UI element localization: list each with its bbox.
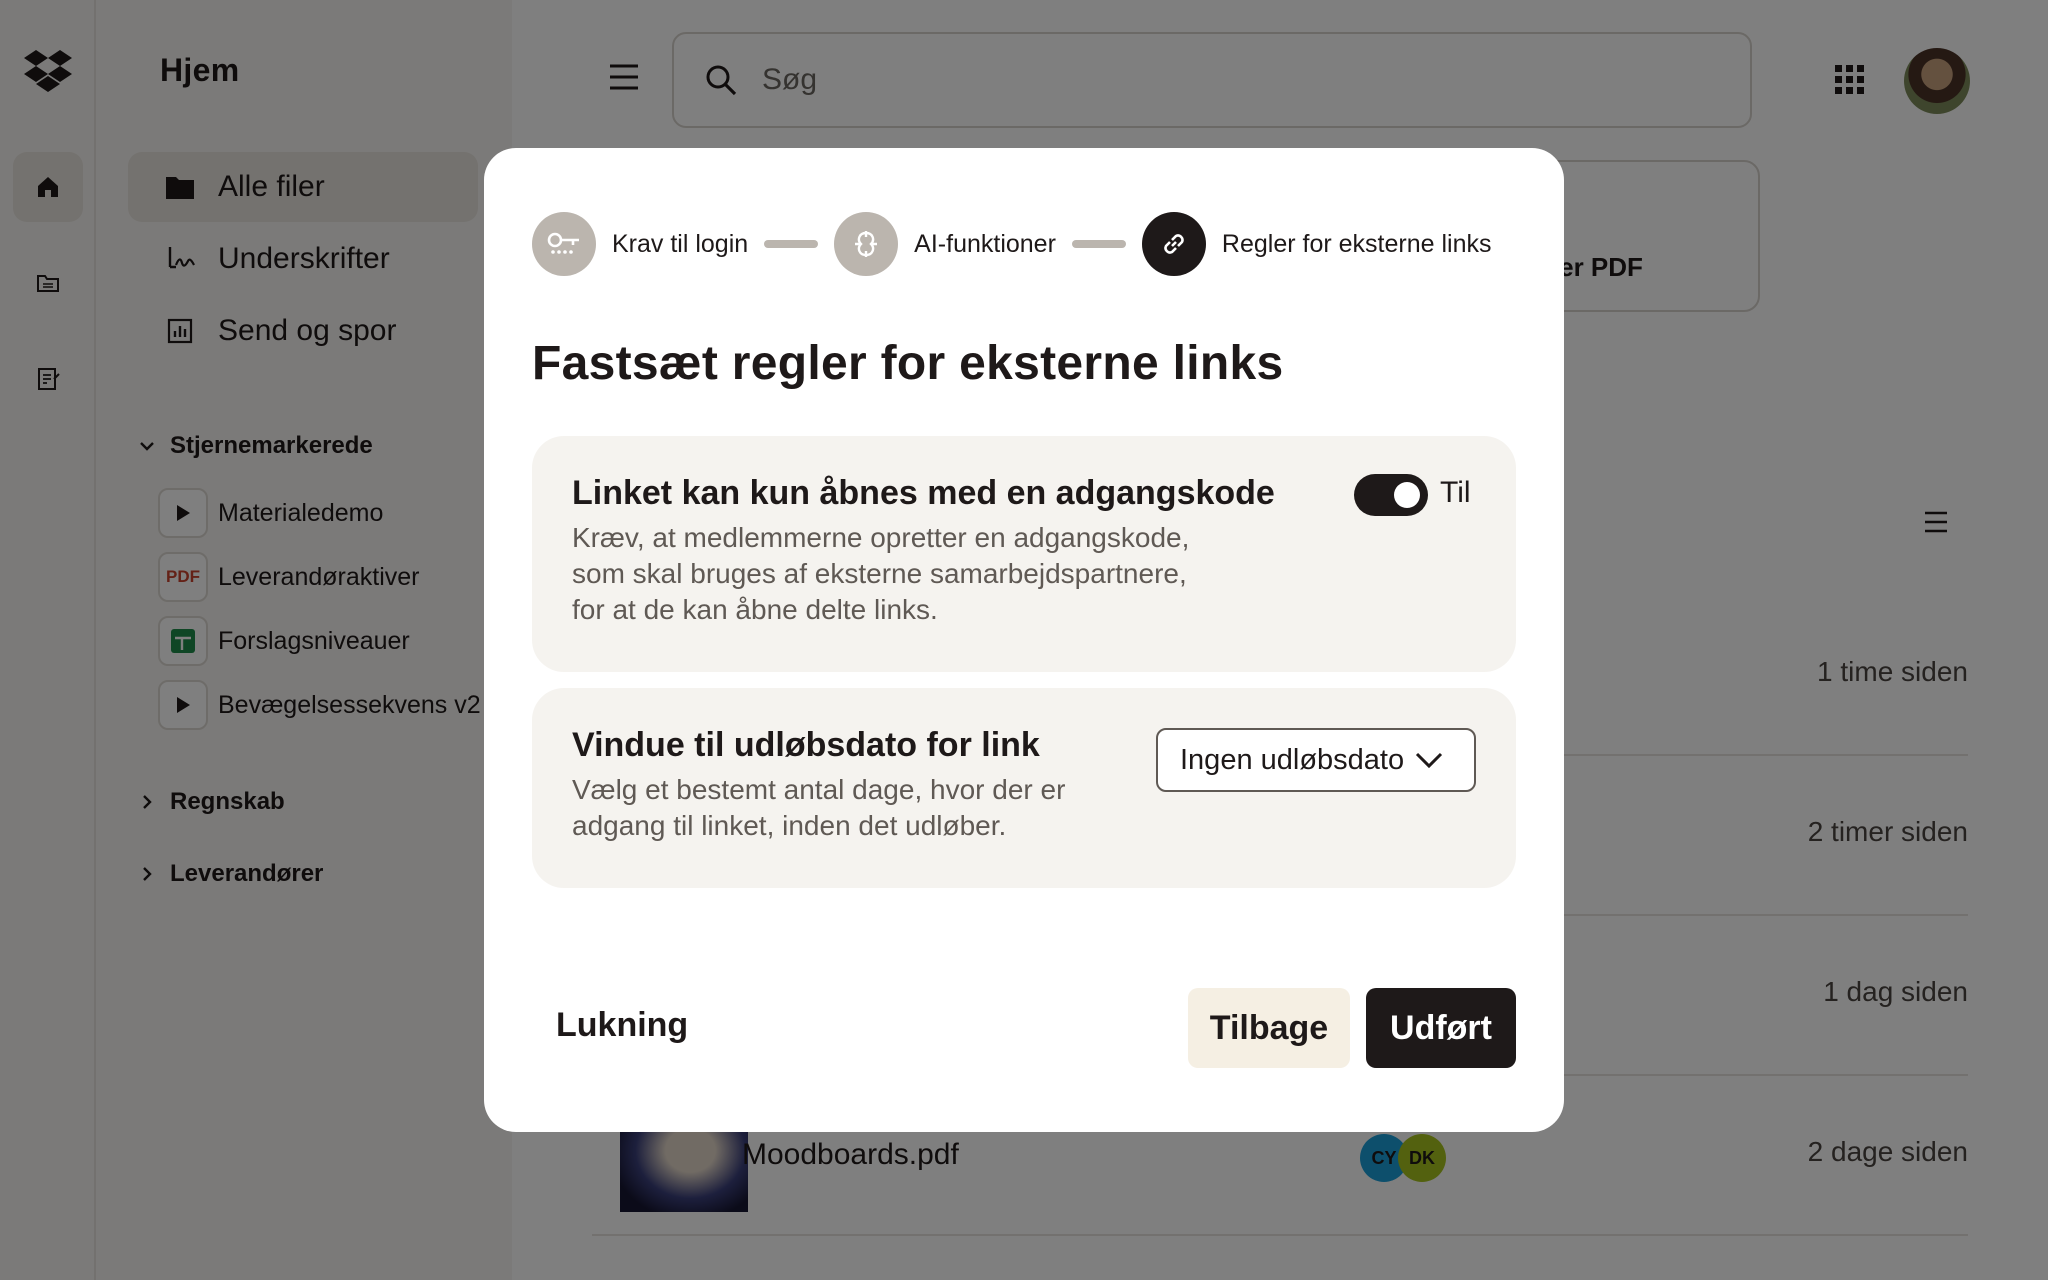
ai-icon xyxy=(834,212,899,276)
step-connector xyxy=(764,240,819,248)
description-line: for at de kan åbne delte links. xyxy=(572,594,938,625)
description-line: Vælg et bestemt antal dage, hvor der er xyxy=(572,774,1066,805)
toggle-knob xyxy=(1394,482,1420,508)
step-connector xyxy=(1071,240,1126,248)
step-label: AI-funktioner xyxy=(914,229,1056,258)
panel-title: Linket kan kun åbnes med en adgangskode xyxy=(572,474,1275,512)
expiry-setting-panel: Vindue til udløbsdato for link Vælg et b… xyxy=(532,688,1516,888)
step-label: Krav til login xyxy=(612,229,749,258)
description-line: adgang til linket, inden det udløber. xyxy=(572,810,1007,841)
password-toggle[interactable] xyxy=(1354,474,1428,516)
chevron-down-icon xyxy=(1416,752,1443,769)
toggle-label: Til xyxy=(1440,476,1471,509)
dialog-title: Fastsæt regler for eksterne links xyxy=(532,337,1284,390)
description-line: Kræv, at medlemmerne opretter en adgangs… xyxy=(572,522,1190,553)
expiry-select[interactable]: Ingen udløbsdato xyxy=(1156,728,1476,792)
stepper: Krav til login AI-funktioner Regler for … xyxy=(532,212,1491,276)
link-icon xyxy=(1141,212,1206,276)
panel-description: Kræv, at medlemmerne opretter en adgangs… xyxy=(572,520,1189,628)
key-icon xyxy=(532,212,596,276)
panel-title: Vindue til udløbsdato for link xyxy=(572,726,1040,764)
close-button[interactable]: Lukning xyxy=(556,1006,688,1045)
step-label: Regler for eksterne links xyxy=(1221,229,1492,258)
password-setting-panel: Linket kan kun åbnes med en adgangskode … xyxy=(532,436,1516,672)
select-value: Ingen udløbsdato xyxy=(1180,743,1405,776)
external-links-dialog: Krav til login AI-funktioner Regler for … xyxy=(484,148,1564,1132)
panel-description: Vælg et bestemt antal dage, hvor der er … xyxy=(572,772,1065,844)
description-line: som skal bruges af eksterne samarbejdspa… xyxy=(572,558,1187,589)
back-button[interactable]: Tilbage xyxy=(1188,988,1350,1068)
done-button[interactable]: Udført xyxy=(1366,988,1516,1068)
